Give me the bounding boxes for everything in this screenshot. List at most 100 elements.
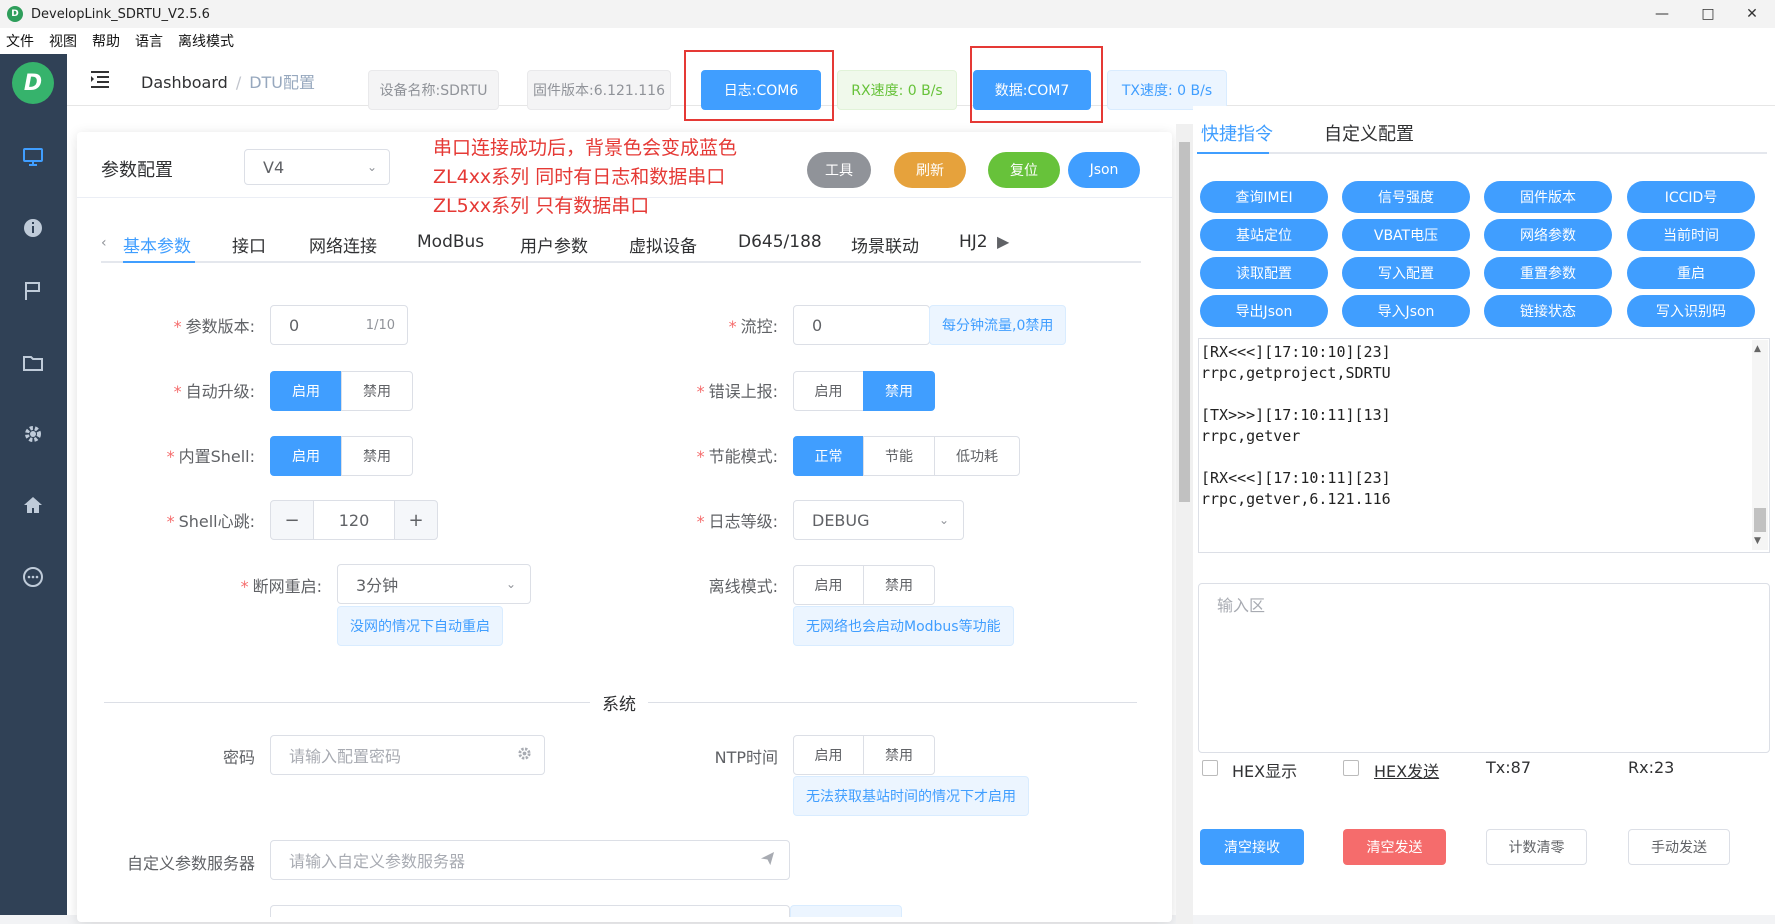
hamburger-icon[interactable] [89, 68, 111, 90]
error-report-disable[interactable]: 禁用 [863, 371, 935, 411]
annotation-text: 串口连接成功后，背景色会变成蓝色 ZL4xx系列 同时有日志和数据串口 ZL5x… [433, 134, 737, 221]
heartbeat-plus-button[interactable]: + [394, 500, 438, 540]
net-restart-tip: 没网的情况下自动重启 [337, 606, 503, 646]
quick-cmd-import-json[interactable]: 导入Json [1342, 295, 1470, 327]
tab-modbus[interactable]: ModBus [417, 232, 484, 252]
tx-count: Tx:87 [1486, 758, 1531, 777]
chat-icon[interactable] [20, 564, 46, 590]
tools-button[interactable]: 工具 [807, 152, 871, 188]
quick-cmd-time[interactable]: 当前时间 [1627, 219, 1755, 251]
log-scrollbar[interactable]: ▲ ▼ [1752, 340, 1768, 550]
clear-send-button[interactable]: 清空发送 [1343, 829, 1446, 865]
flow-input[interactable]: 0 [793, 305, 930, 345]
error-report-enable[interactable]: 启用 [793, 371, 864, 411]
tab-interface[interactable]: 接口 [232, 232, 266, 257]
offline-enable[interactable]: 启用 [793, 565, 864, 605]
quick-cmd-iccid[interactable]: ICCID号 [1627, 181, 1755, 213]
gear-icon[interactable] [517, 746, 532, 765]
tab-hj2[interactable]: HJ2 [959, 232, 988, 252]
log-level-select[interactable]: DEBUG ⌄ [793, 500, 964, 540]
hex-send-checkbox[interactable] [1343, 760, 1359, 776]
quick-cmd-reset-params[interactable]: 重置参数 [1484, 257, 1612, 289]
window-title: DevelopLink_SDRTU_V2.5.6 [31, 6, 210, 22]
tab-scene[interactable]: 场景联动 [851, 232, 919, 257]
auto-upgrade-disable[interactable]: 禁用 [341, 371, 413, 411]
scroll-down-icon[interactable]: ▼ [1754, 536, 1761, 546]
maximize-button[interactable]: □ [1685, 0, 1731, 28]
quick-cmd-read-config[interactable]: 读取配置 [1200, 257, 1328, 289]
flow-tip: 每分钟流量,0禁用 [929, 305, 1067, 345]
reset-count-button[interactable]: 计数清零 [1486, 829, 1587, 865]
tab-quick-commands[interactable]: 快捷指令 [1201, 120, 1273, 146]
quick-cmd-reboot[interactable]: 重启 [1627, 257, 1755, 289]
tab-basic[interactable]: 基本参数 [123, 232, 191, 257]
menu-help[interactable]: 帮助 [92, 31, 120, 51]
serial-log[interactable]: [RX<<<][17:10:10][23] rrpc,getproject,SD… [1198, 338, 1770, 553]
hex-show-checkbox[interactable] [1202, 760, 1218, 776]
password-input[interactable]: 请输入配置密码 [270, 735, 545, 775]
menu-language[interactable]: 语言 [135, 31, 163, 51]
shell-disable[interactable]: 禁用 [341, 436, 413, 476]
quick-cmd-netparams[interactable]: 网络参数 [1484, 219, 1612, 251]
flag-icon[interactable] [20, 278, 46, 304]
quick-cmd-firmware[interactable]: 固件版本 [1484, 181, 1612, 213]
next-tip-partial [790, 905, 902, 917]
breadcrumb: Dashboard / DTU配置 [141, 69, 315, 93]
quick-cmd-write-id[interactable]: 写入识别码 [1627, 295, 1755, 327]
quick-cmd-link-status[interactable]: 链接状态 [1484, 295, 1612, 327]
tabs-prev-icon[interactable]: ‹ [101, 235, 107, 251]
minimize-button[interactable]: — [1639, 0, 1685, 28]
refresh-button[interactable]: 刷新 [894, 152, 966, 188]
tab-network[interactable]: 网络连接 [309, 232, 377, 257]
right-tab-active-bar [1197, 152, 1269, 154]
param-version-input[interactable]: 0 1/10 [270, 305, 408, 345]
quick-cmd-signal[interactable]: 信号强度 [1342, 181, 1470, 213]
version-select[interactable]: V4 ⌄ [244, 149, 390, 185]
heartbeat-value[interactable]: 120 [313, 500, 395, 540]
param-version-label: * 参数版本: [173, 317, 255, 336]
auto-upgrade-enable[interactable]: 启用 [270, 371, 342, 411]
send-icon[interactable] [760, 851, 775, 870]
tab-user-params[interactable]: 用户参数 [520, 232, 588, 257]
annotation-line-3: ZL5xx系列 只有数据串口 [433, 195, 650, 217]
heartbeat-minus-button[interactable]: − [270, 500, 314, 540]
tab-d645[interactable]: D645/188 [738, 232, 822, 252]
power-mode-low[interactable]: 低功耗 [934, 436, 1020, 476]
ntp-enable[interactable]: 启用 [793, 735, 864, 775]
quick-cmd-write-config[interactable]: 写入配置 [1342, 257, 1470, 289]
shell-enable[interactable]: 启用 [270, 436, 342, 476]
offline-disable[interactable]: 禁用 [863, 565, 935, 605]
json-button[interactable]: Json [1068, 152, 1140, 188]
quick-cmd-export-json[interactable]: 导出Json [1200, 295, 1328, 327]
home-icon[interactable] [20, 492, 46, 518]
left-scrollbar[interactable] [1176, 124, 1193, 924]
tab-virtual-device[interactable]: 虚拟设备 [629, 232, 697, 257]
left-scrollbar-thumb[interactable] [1179, 142, 1190, 502]
menu-file[interactable]: 文件 [6, 31, 34, 51]
close-button[interactable]: ✕ [1729, 0, 1775, 28]
ntp-disable[interactable]: 禁用 [863, 735, 935, 775]
scroll-up-icon[interactable]: ▲ [1754, 344, 1761, 354]
menu-offline[interactable]: 离线模式 [178, 31, 234, 51]
send-input-area[interactable]: 输入区 [1198, 583, 1770, 753]
monitor-icon[interactable] [20, 144, 46, 170]
log-scrollbar-thumb[interactable] [1754, 508, 1766, 532]
clear-receive-button[interactable]: 清空接收 [1200, 829, 1304, 865]
gear-icon[interactable] [20, 421, 46, 447]
breadcrumb-root[interactable]: Dashboard [141, 73, 228, 92]
custom-server-input[interactable]: 请输入自定义参数服务器 [270, 840, 790, 880]
quick-cmd-imei[interactable]: 查询IMEI [1200, 181, 1328, 213]
heartbeat-label: * Shell心跳: [166, 512, 255, 531]
tab-custom-config[interactable]: 自定义配置 [1324, 120, 1414, 146]
quick-cmd-location[interactable]: 基站定位 [1200, 219, 1328, 251]
manual-send-button[interactable]: 手动发送 [1628, 829, 1730, 865]
quick-cmd-vbat[interactable]: VBAT电压 [1342, 219, 1470, 251]
net-restart-select[interactable]: 3分钟 ⌄ [337, 564, 531, 604]
folder-icon[interactable] [20, 350, 46, 376]
power-mode-saving[interactable]: 节能 [863, 436, 935, 476]
menu-view[interactable]: 视图 [49, 31, 77, 51]
power-mode-normal[interactable]: 正常 [793, 436, 864, 476]
reset-button[interactable]: 复位 [988, 152, 1060, 188]
info-icon[interactable] [20, 215, 46, 241]
tabs-next-icon[interactable]: ▶ [997, 232, 1009, 251]
